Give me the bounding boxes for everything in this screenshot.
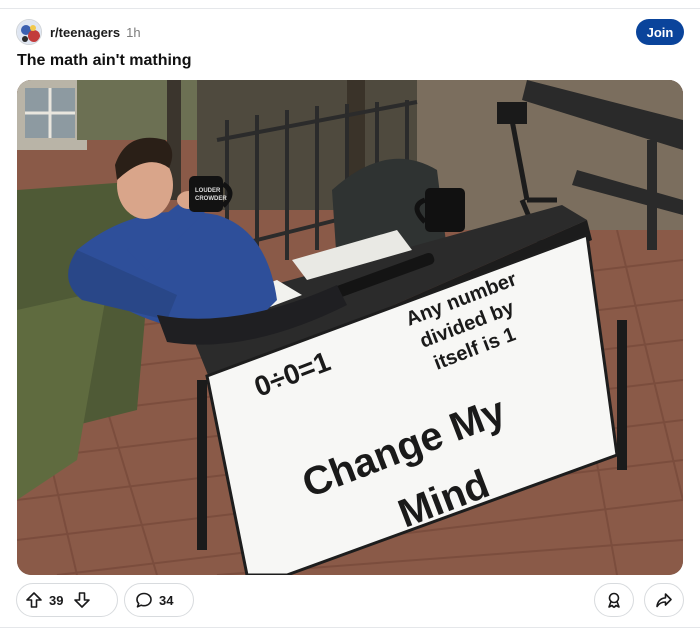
- secondary-actions: [594, 583, 684, 617]
- comment-count: 34: [159, 592, 174, 608]
- arrow-down-icon[interactable]: [73, 591, 91, 609]
- arrow-up-icon[interactable]: [25, 591, 43, 609]
- community-name[interactable]: r/teenagers: [50, 25, 120, 40]
- share-button[interactable]: [644, 583, 684, 617]
- mug-text-line2: CROWDER: [195, 196, 227, 202]
- mug-text-line1: LOUDER: [195, 188, 221, 194]
- community-avatar[interactable]: [16, 19, 42, 45]
- post-actions: 39 34: [16, 583, 684, 617]
- post-image[interactable]: LOUDER CROWDER 0÷0=1 Any number divided …: [17, 80, 683, 575]
- post-title[interactable]: The math ain't mathing: [17, 52, 191, 70]
- award-ribbon-icon: [605, 591, 623, 609]
- upvote-count: 39: [49, 592, 64, 608]
- speech-bubble-icon: [135, 591, 153, 609]
- award-button[interactable]: [594, 583, 634, 617]
- post-header: r/teenagers 1h Join: [16, 18, 684, 46]
- top-divider: [0, 8, 700, 9]
- post-time: 1h: [126, 24, 141, 40]
- comments-button[interactable]: 34: [124, 583, 194, 617]
- join-button[interactable]: Join: [636, 19, 684, 45]
- share-arrow-icon: [655, 591, 673, 609]
- vote-control: 39: [16, 583, 118, 617]
- bottom-divider: [0, 627, 700, 628]
